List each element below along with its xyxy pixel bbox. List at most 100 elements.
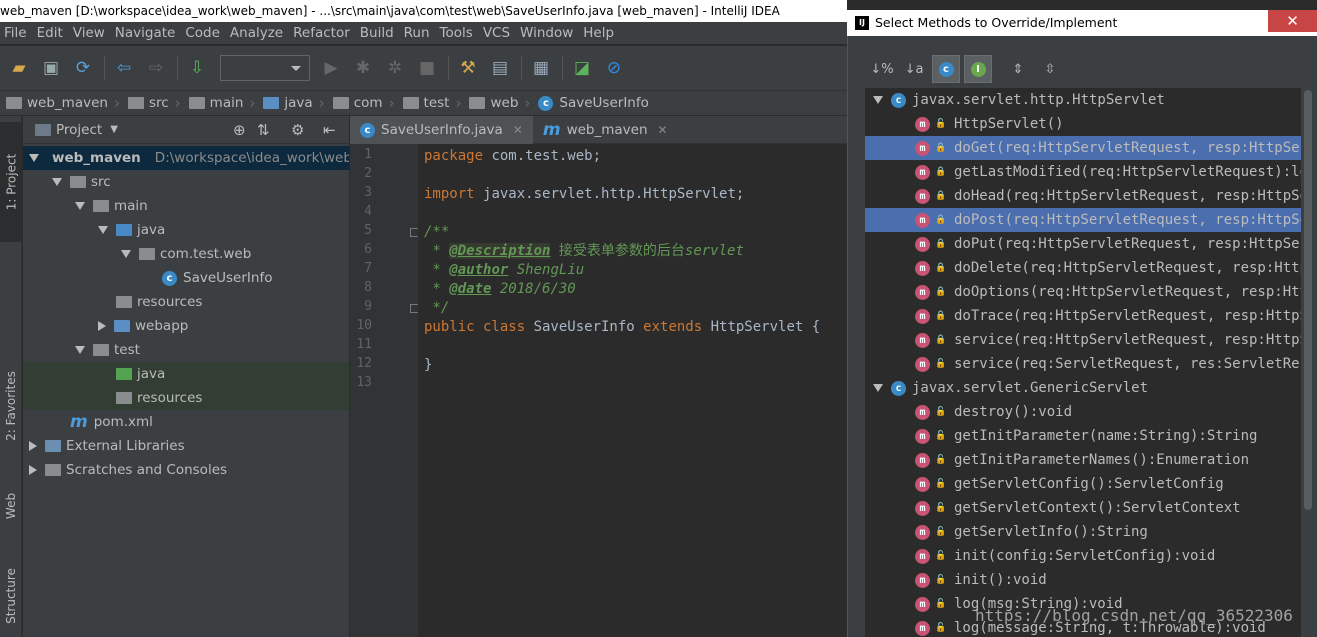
tree-row[interactable]: External Libraries — [23, 434, 349, 458]
method-row[interactable]: m 🔒 doGet(req:HttpServletRequest, resp:Htt… — [865, 136, 1301, 160]
breadcrumb-item[interactable]: com › — [332, 94, 399, 112]
method-row[interactable]: m 🔓 destroy():void — [865, 400, 1301, 424]
breadcrumb-item[interactable]: c SaveUserInfo — [538, 95, 649, 111]
close-icon[interactable]: ✕ — [658, 123, 668, 137]
breadcrumb-item[interactable]: java › — [263, 94, 328, 112]
expand-arrow-icon[interactable] — [873, 96, 883, 104]
collapse-all-icon[interactable]: ⇳ — [1036, 55, 1064, 83]
method-row[interactable]: m 🔒 doPut(req:HttpServletRequest, resp:Htt… — [865, 232, 1301, 256]
menu-item-analyze[interactable]: Analyze — [226, 25, 289, 41]
expand-all-icon[interactable]: ⇕ — [1004, 55, 1032, 83]
collapse-arrow-icon[interactable] — [98, 321, 106, 331]
dialog-close-button[interactable]: ✕ — [1268, 10, 1317, 32]
show-classes-icon[interactable]: c — [932, 55, 960, 83]
method-row[interactable]: m 🔒 doTrace(req:HttpServletRequest, resp:H… — [865, 304, 1301, 328]
expand-arrow-icon[interactable] — [121, 250, 131, 258]
tree-row[interactable]: c SaveUserInfo — [23, 266, 349, 290]
menu-item-refactor[interactable]: Refactor — [289, 25, 356, 41]
expand-arrow-icon[interactable] — [52, 178, 62, 186]
method-row[interactable]: m 🔒 doOptions(req:HttpServletRequest, resp… — [865, 280, 1301, 304]
forward-icon[interactable]: ⇨ — [141, 53, 171, 83]
tab-structure[interactable]: Structure — [0, 556, 22, 636]
menu-item-file[interactable]: File — [0, 25, 33, 41]
expand-arrow-icon[interactable] — [29, 154, 39, 162]
menu-item-view[interactable]: View — [69, 25, 111, 41]
run-icon[interactable]: ▶ — [316, 53, 346, 83]
menu-item-edit[interactable]: Edit — [33, 25, 69, 41]
close-icon[interactable]: ✕ — [513, 123, 523, 137]
tree-row[interactable]: src — [23, 170, 349, 194]
tree-row[interactable]: resources — [23, 290, 349, 314]
tree-row[interactable]: java — [23, 362, 349, 386]
activity-monitor-icon[interactable]: ◪ — [567, 53, 597, 83]
hide-panel-icon[interactable]: ⇤ — [323, 121, 336, 139]
tree-row[interactable]: webapp — [23, 314, 349, 338]
sort-by-visibility-icon[interactable]: ↓% — [868, 55, 896, 83]
expand-arrow-icon[interactable] — [75, 346, 85, 354]
method-row[interactable]: m 🔓 HttpServlet() — [865, 112, 1301, 136]
method-row[interactable]: m 🔒 getLastModified(req:HttpServletRequest… — [865, 160, 1301, 184]
expand-arrow-icon[interactable] — [75, 202, 85, 210]
menu-item-window[interactable]: Window — [516, 25, 579, 41]
method-row[interactable]: m 🔒 doDelete(req:HttpServletRequest, resp:… — [865, 256, 1301, 280]
code-editor[interactable]: package com.test.web; import javax.servle… — [418, 144, 847, 637]
expand-arrow-icon[interactable] — [873, 384, 883, 392]
menu-item-vcs[interactable]: VCS — [479, 25, 516, 41]
coverage-icon[interactable]: ✲ — [380, 53, 410, 83]
open-folder-icon[interactable]: ▰ — [4, 53, 34, 83]
breadcrumb-item[interactable]: main › — [188, 94, 260, 112]
expand-arrow-icon[interactable] — [98, 226, 108, 234]
breadcrumb-item[interactable]: web_maven › — [6, 94, 124, 112]
tab-web[interactable]: Web — [0, 476, 22, 536]
sync-icon[interactable]: ⟳ — [68, 53, 98, 83]
breadcrumb-item[interactable]: test › — [402, 94, 466, 112]
menu-item-help[interactable]: Help — [579, 25, 620, 41]
method-row[interactable]: m 🔓 getInitParameter(name:String):String — [865, 424, 1301, 448]
back-icon[interactable]: ⇦ — [109, 53, 139, 83]
scrollbar-thumb[interactable] — [1304, 90, 1312, 510]
collapse-arrow-icon[interactable] — [29, 465, 37, 475]
debug-icon[interactable]: ✱ — [348, 53, 378, 83]
tree-row[interactable]: main — [23, 194, 349, 218]
menu-item-run[interactable]: Run — [400, 25, 436, 41]
chevron-down-icon[interactable]: ▼ — [110, 124, 118, 135]
tab-project[interactable]: 1: Project — [0, 122, 22, 242]
collapse-all-icon[interactable]: ⇅ — [257, 121, 270, 139]
collapse-arrow-icon[interactable] — [29, 441, 37, 451]
menu-item-build[interactable]: Build — [356, 25, 400, 41]
editor-tab[interactable]: c SaveUserInfo.java ✕ — [350, 116, 533, 144]
sdk-manager-icon[interactable]: ▦ — [526, 53, 556, 83]
save-icon[interactable]: ▣ — [36, 53, 66, 83]
method-group-row[interactable]: c javax.servlet.http.HttpServlet — [865, 88, 1301, 112]
menu-item-code[interactable]: Code — [181, 25, 226, 41]
tree-row[interactable]: com.test.web — [23, 242, 349, 266]
tree-row[interactable]: test — [23, 338, 349, 362]
tree-row[interactable]: web_maven D:\workspace\idea_work\web_mave… — [23, 146, 349, 170]
tab-favorites[interactable]: 2: Favorites — [0, 346, 22, 466]
build-icon[interactable]: ⇩ — [182, 53, 212, 83]
method-row[interactable]: m 🔒 doPost(req:HttpServletRequest, resp:Ht… — [865, 208, 1301, 232]
method-row[interactable]: m 🔓 getInitParameterNames():Enumeration — [865, 448, 1301, 472]
breadcrumb-item[interactable]: src › — [127, 94, 185, 112]
method-row[interactable]: m 🔓 getServletConfig():ServletConfig — [865, 472, 1301, 496]
tree-row[interactable]: Scratches and Consoles — [23, 458, 349, 482]
editor-tab[interactable]: m web_maven ✕ — [533, 116, 678, 144]
method-row[interactable]: m 🔓 getServletContext():ServletContext — [865, 496, 1301, 520]
tree-row[interactable]: m pom.xml — [23, 410, 349, 434]
menu-item-tools[interactable]: Tools — [436, 25, 479, 41]
breadcrumb-item[interactable]: web › — [469, 94, 534, 112]
method-row[interactable]: m 🔒 doHead(req:HttpServletRequest, resp:Ht… — [865, 184, 1301, 208]
method-row[interactable]: m 🔓 service(req:ServletRequest, res:Servle… — [865, 352, 1301, 376]
tree-row[interactable]: java — [23, 218, 349, 242]
sort-alphabetically-icon[interactable]: ↓a — [900, 55, 928, 83]
project-panel-title[interactable]: Project — [56, 122, 102, 138]
power-save-icon[interactable]: ⊘ — [599, 53, 629, 83]
project-structure-icon[interactable]: ▤ — [485, 53, 515, 83]
tree-row[interactable]: resources — [23, 386, 349, 410]
method-row[interactable]: m 🔓 getServletInfo():String — [865, 520, 1301, 544]
run-configuration-select[interactable] — [220, 55, 310, 81]
method-row[interactable]: m 🔓 init():void — [865, 568, 1301, 592]
locate-icon[interactable]: ⊕ — [233, 121, 246, 139]
method-row[interactable]: m 🔒 service(req:HttpServletRequest, resp:H… — [865, 328, 1301, 352]
method-group-row[interactable]: c javax.servlet.GenericServlet — [865, 376, 1301, 400]
